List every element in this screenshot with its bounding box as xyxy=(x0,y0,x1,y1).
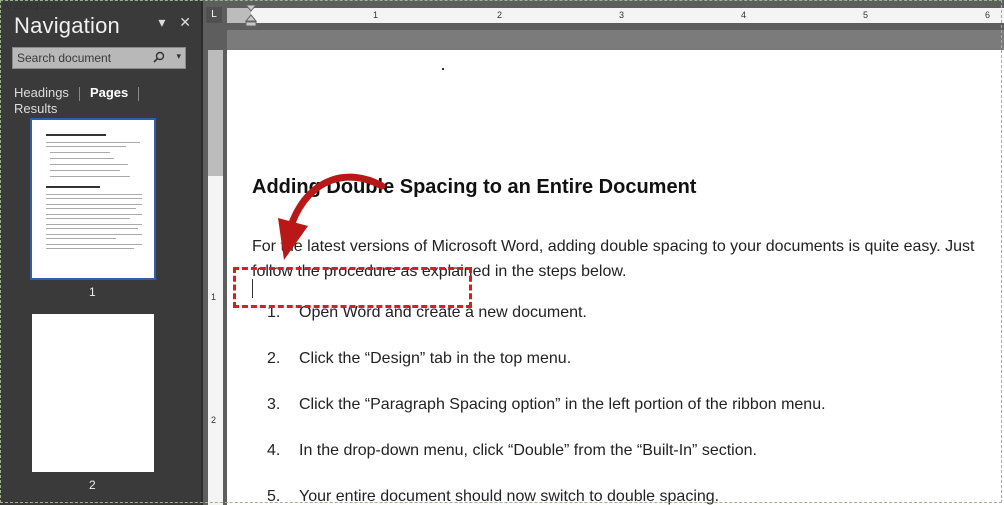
list-text: Click the “Design” tab in the top menu. xyxy=(299,350,572,367)
list-item: 2. Click the “Design” tab in the top menu… xyxy=(267,350,571,368)
search-options-icon[interactable]: ▾ xyxy=(176,51,181,62)
thumbnail-line xyxy=(46,248,134,249)
thumbnail-line xyxy=(46,146,126,147)
paragraph-mark xyxy=(442,68,444,70)
thumbnail-heading xyxy=(46,186,100,188)
list-text: In the drop-down menu, click “Double” fr… xyxy=(299,442,757,459)
tab-divider xyxy=(138,86,140,101)
curved-arrow-icon xyxy=(278,173,386,260)
thumbnail-line xyxy=(46,234,142,235)
list-item: 4. In the drop-down menu, click “Double” … xyxy=(267,442,757,460)
thumbnail-line xyxy=(50,170,120,171)
horizontal-ruler[interactable]: L 1 2 3 4 5 6 xyxy=(203,0,1004,30)
thumbnail-heading xyxy=(46,134,106,136)
list-item: 3. Click the “Paragraph Spacing option” i… xyxy=(267,396,826,414)
thumbnail-line xyxy=(46,244,142,245)
page-number-label: 1 xyxy=(89,285,96,299)
page-number-label: 2 xyxy=(89,478,96,492)
highlight-box xyxy=(233,267,472,308)
tab-divider xyxy=(78,86,80,101)
thumbnail-line xyxy=(50,152,110,153)
thumbnail-line xyxy=(46,218,130,219)
thumbnail-line xyxy=(50,164,128,165)
list-number: 2. xyxy=(267,350,281,367)
list-text: Your entire document should now switch t… xyxy=(299,488,720,505)
thumbnail-line xyxy=(50,176,130,177)
thumbnail-line xyxy=(46,198,142,199)
ruler-number: 2 xyxy=(211,415,217,425)
list-number: 5. xyxy=(267,488,281,505)
list-number: 3. xyxy=(267,396,281,413)
page-thumbnail-1[interactable] xyxy=(30,118,156,280)
thumbnail-line xyxy=(46,214,142,215)
close-icon[interactable]: ✕ xyxy=(179,14,191,30)
search-box: ▾ xyxy=(12,47,186,69)
ruler-number: 1 xyxy=(211,292,217,302)
ruler-number: 3 xyxy=(619,10,625,20)
navigation-pane: Navigation ▾ ✕ ▾ Headings Pages Results xyxy=(0,0,201,505)
navigation-controls: ▾ ✕ xyxy=(148,14,191,31)
navigation-title: Navigation xyxy=(14,13,120,38)
tab-headings[interactable]: Headings xyxy=(14,85,69,100)
list-item: 5. Your entire document should now switch… xyxy=(267,488,719,505)
ruler-margin xyxy=(208,50,223,176)
thumbnail-line xyxy=(46,228,138,229)
page-thumbnail-2[interactable] xyxy=(32,314,154,472)
watermark: ArabAq.com xyxy=(2,0,63,12)
thumbnail-line xyxy=(46,204,142,205)
ruler-number: 1 xyxy=(373,10,379,20)
thumbnail-line xyxy=(50,158,114,159)
ruler-number: 5 xyxy=(863,10,869,20)
tab-results[interactable]: Results xyxy=(14,101,57,116)
pane-options-icon[interactable]: ▾ xyxy=(158,14,165,30)
thumbnail-line xyxy=(46,208,136,209)
vertical-ruler[interactable]: 1 2 xyxy=(203,30,227,505)
ruler-track xyxy=(227,8,1004,23)
navigation-tabs: Headings Pages Results xyxy=(14,85,201,116)
tab-pages[interactable]: Pages xyxy=(90,85,128,100)
ruler-number: 4 xyxy=(741,10,747,20)
search-input[interactable] xyxy=(13,48,153,68)
thumbnail-line xyxy=(46,238,116,239)
thumbnail-line xyxy=(46,142,140,143)
ruler-number: 2 xyxy=(497,10,503,20)
thumbnail-line xyxy=(46,224,142,225)
list-text: Click the “Paragraph Spacing option” in … xyxy=(299,396,826,413)
search-icon[interactable] xyxy=(153,51,165,63)
ruler-number: 6 xyxy=(985,10,991,20)
tab-selector-icon[interactable]: L xyxy=(206,7,222,23)
list-number: 4. xyxy=(267,442,281,459)
thumbnail-line xyxy=(46,194,142,195)
indent-marker-icon[interactable] xyxy=(245,5,257,27)
